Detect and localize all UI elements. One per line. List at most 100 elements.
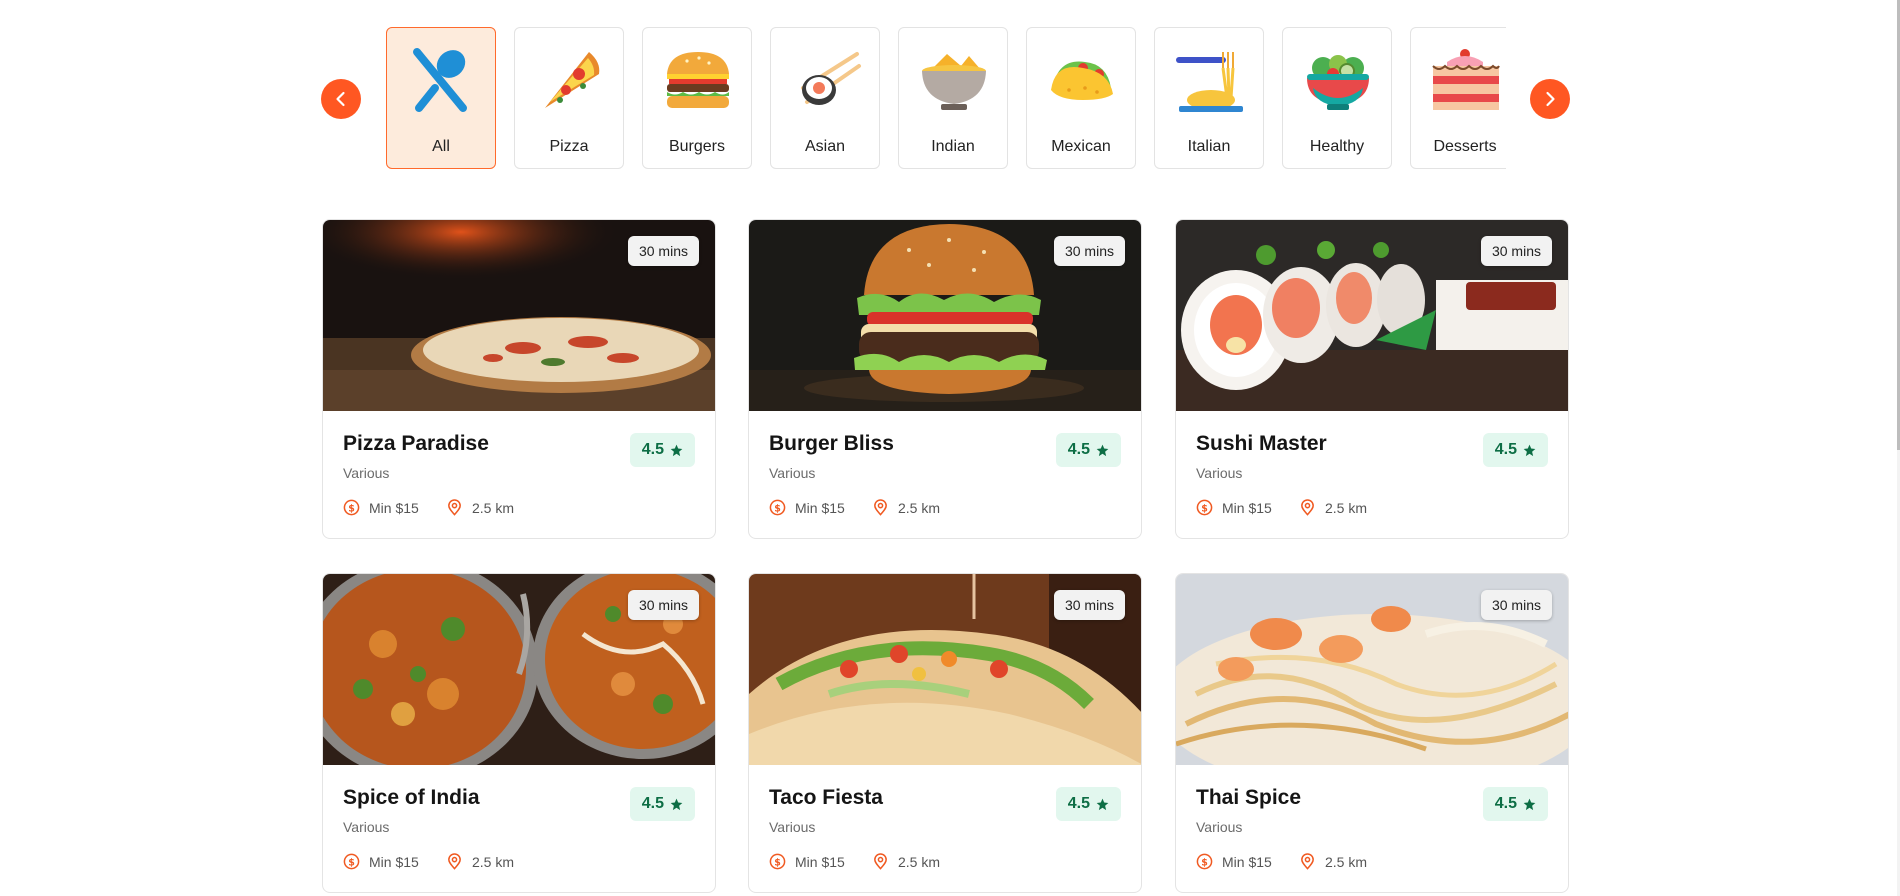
restaurant-cuisine: Various: [343, 465, 390, 481]
dollar-icon: $: [1196, 853, 1213, 870]
rating-value: 4.5: [1067, 795, 1090, 812]
dollar-icon: $: [769, 499, 786, 516]
delivery-time-badge: 30 mins: [627, 236, 699, 266]
rating-badge: 4.5: [629, 433, 695, 467]
category-label: Asian: [804, 138, 846, 155]
restaurant-name: Burger Bliss: [769, 432, 894, 455]
restaurant-name: Sushi Master: [1196, 432, 1327, 455]
category-label: Italian: [1187, 138, 1231, 155]
category-label: Pizza: [549, 138, 589, 155]
distance: 2.5 km: [872, 853, 940, 870]
rating-value: 4.5: [1067, 441, 1090, 458]
category-label: All: [432, 138, 450, 155]
category-mexican[interactable]: Mexican: [1026, 27, 1136, 169]
restaurant-cuisine: Various: [343, 819, 390, 835]
min-order-text: Min $15: [795, 853, 845, 870]
restaurant-card[interactable]: 30 mins Taco Fiesta Various 4.5 $ Min $1…: [748, 573, 1142, 893]
category-healthy[interactable]: Healthy: [1282, 27, 1392, 169]
delivery-time-badge: 30 mins: [1053, 590, 1125, 620]
dollar-icon: $: [343, 499, 360, 516]
delivery-time-badge: 30 mins: [1053, 236, 1125, 266]
star-icon: [670, 798, 683, 810]
pasta-icon: [1176, 52, 1243, 112]
distance-text: 2.5 km: [1325, 853, 1368, 870]
restaurant-card[interactable]: 30 mins Thai Spice Various 4.5 $ Min $15…: [1175, 573, 1569, 893]
category-scroller[interactable]: All Pizza Burgers Asian Indian Mexican I…: [386, 27, 1506, 172]
chevron-right-icon: [1546, 91, 1555, 107]
next-category-button[interactable]: [1530, 79, 1570, 119]
min-order: $ Min $15: [343, 853, 419, 870]
category-desserts[interactable]: Desserts: [1410, 27, 1506, 169]
location-pin-icon: [448, 499, 461, 516]
restaurant-name: Spice of India: [343, 786, 480, 809]
location-pin-icon: [874, 499, 887, 516]
pizza-icon: [545, 52, 600, 108]
restaurant-name: Pizza Paradise: [343, 432, 489, 455]
rating-value: 4.5: [641, 795, 664, 812]
chevron-left-icon: [336, 91, 345, 107]
prev-category-button[interactable]: [321, 79, 361, 119]
svg-text:$: $: [1201, 857, 1208, 868]
restaurant-card[interactable]: 30 mins Burger Bliss Various 4.5 $ Min $…: [748, 219, 1142, 539]
distance: 2.5 km: [446, 499, 514, 516]
category-strip: All Pizza Burgers Asian Indian Mexican I…: [0, 0, 1900, 190]
distance-text: 2.5 km: [898, 853, 941, 870]
restaurant-card[interactable]: 30 mins Pizza Paradise Various 4.5 $ Min…: [322, 219, 716, 539]
sushi-icon: [801, 52, 861, 105]
category-asian[interactable]: Asian: [770, 27, 880, 169]
taco-icon: [1051, 61, 1113, 100]
star-icon: [1096, 444, 1109, 456]
distance-text: 2.5 km: [472, 853, 515, 870]
min-order: $ Min $15: [1196, 853, 1272, 870]
min-order: $ Min $15: [769, 853, 845, 870]
rating-badge: 4.5: [1055, 787, 1121, 821]
min-order-text: Min $15: [369, 853, 419, 870]
curry-bowl-icon: [922, 54, 986, 110]
restaurant-name: Thai Spice: [1196, 786, 1302, 809]
rating-value: 4.5: [1494, 795, 1517, 812]
svg-text:$: $: [348, 503, 355, 514]
category-burgers[interactable]: Burgers: [642, 27, 752, 169]
restaurant-name: Taco Fiesta: [769, 786, 883, 809]
min-order-text: Min $15: [1222, 499, 1272, 516]
star-icon: [1523, 444, 1536, 456]
delivery-time-badge: 30 mins: [1480, 590, 1552, 620]
salad-icon: [1307, 55, 1369, 110]
dollar-icon: $: [1196, 499, 1213, 516]
location-pin-icon: [1301, 499, 1314, 516]
restaurant-card[interactable]: 30 mins Sushi Master Various 4.5 $ Min $…: [1175, 219, 1569, 539]
star-icon: [670, 444, 683, 456]
category-label: Desserts: [1433, 138, 1497, 155]
location-pin-icon: [874, 853, 887, 870]
category-all[interactable]: All: [386, 27, 496, 169]
dollar-icon: $: [769, 853, 786, 870]
svg-text:$: $: [348, 857, 355, 868]
min-order-text: Min $15: [369, 499, 419, 516]
distance-text: 2.5 km: [898, 499, 941, 516]
delivery-time-badge: 30 mins: [1480, 236, 1552, 266]
distance: 2.5 km: [446, 853, 514, 870]
rating-value: 4.5: [641, 441, 664, 458]
category-italian[interactable]: Italian: [1154, 27, 1264, 169]
dollar-icon: $: [343, 853, 360, 870]
distance: 2.5 km: [1299, 853, 1367, 870]
category-label: Healthy: [1309, 138, 1365, 155]
category-label: Indian: [931, 138, 975, 155]
svg-text:$: $: [1201, 503, 1208, 514]
location-pin-icon: [1301, 853, 1314, 870]
delivery-time-badge: 30 mins: [627, 590, 699, 620]
location-pin-icon: [448, 853, 461, 870]
category-pizza[interactable]: Pizza: [514, 27, 624, 169]
category-label: Mexican: [1051, 138, 1111, 155]
category-indian[interactable]: Indian: [898, 27, 1008, 169]
burger-icon: [667, 52, 729, 108]
min-order-text: Min $15: [795, 499, 845, 516]
distance: 2.5 km: [872, 499, 940, 516]
restaurant-cuisine: Various: [769, 819, 816, 835]
min-order: $ Min $15: [343, 499, 419, 516]
star-icon: [1096, 798, 1109, 810]
restaurant-card[interactable]: 30 mins Spice of India Various 4.5 $ Min…: [322, 573, 716, 893]
svg-text:$: $: [774, 503, 781, 514]
rating-badge: 4.5: [1482, 787, 1548, 821]
rating-badge: 4.5: [1482, 433, 1548, 467]
